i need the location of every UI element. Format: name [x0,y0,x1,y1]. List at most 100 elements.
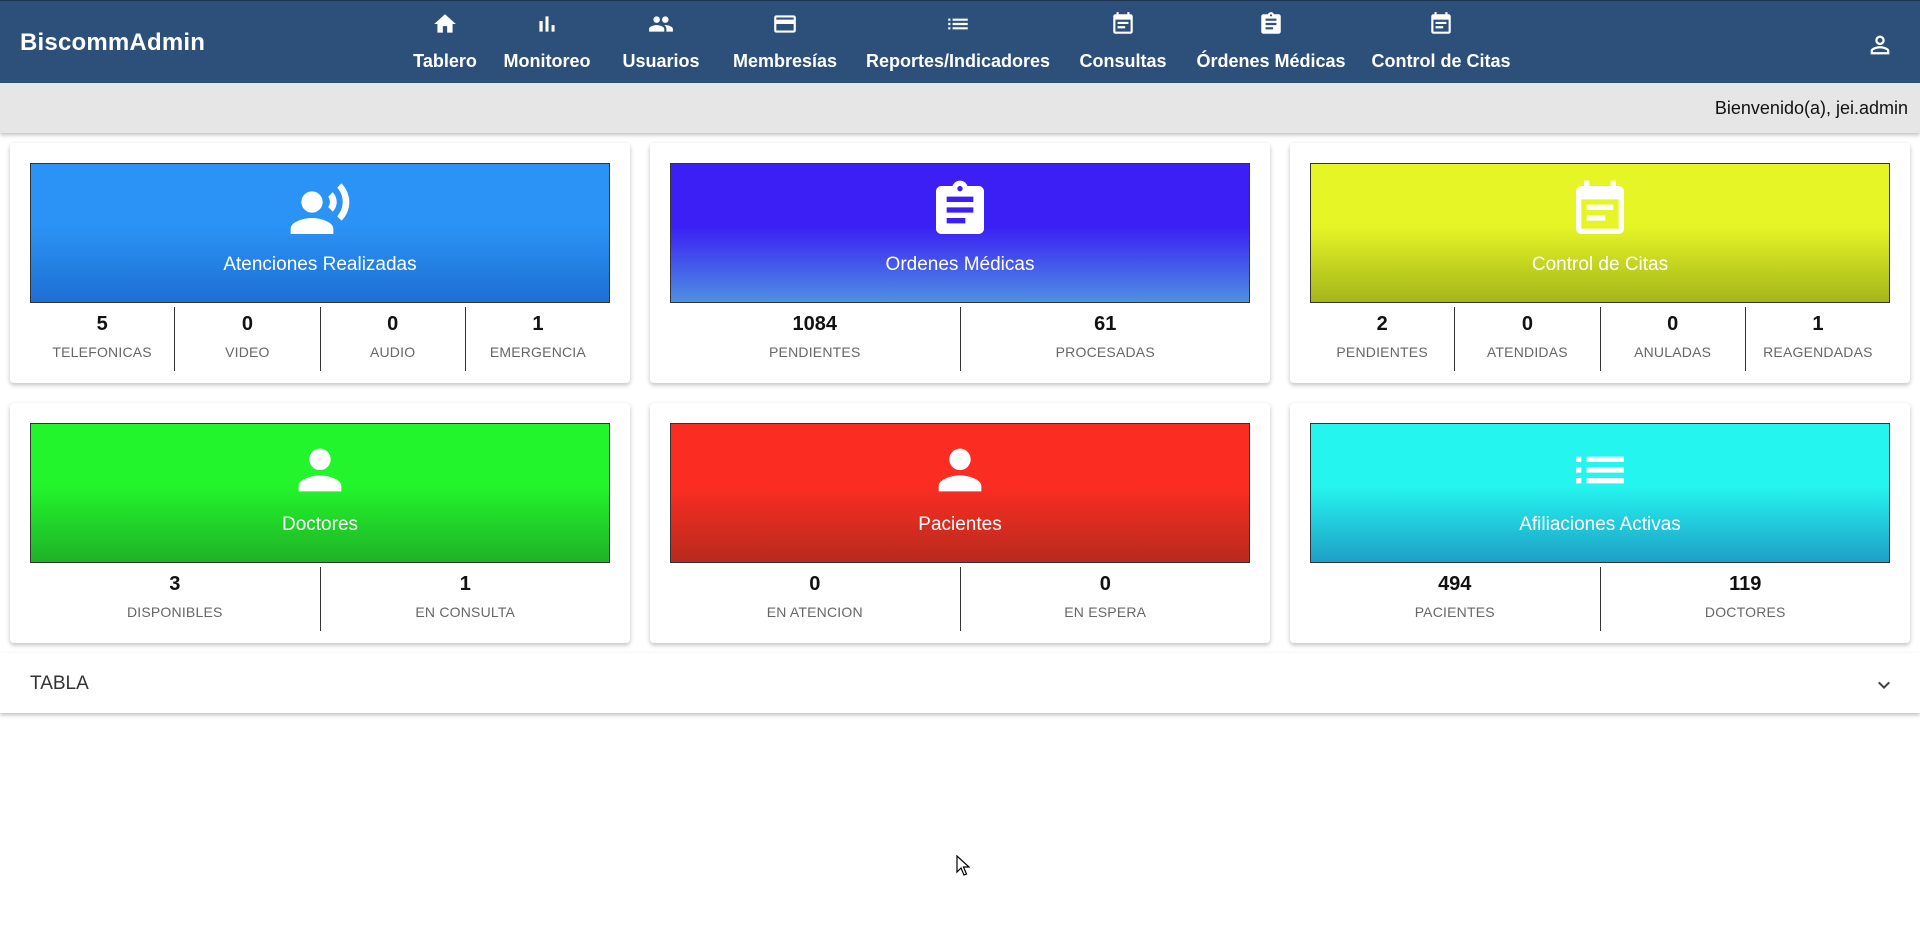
nav-item-label: Consultas [1079,51,1167,71]
person-icon [928,438,992,502]
nav-item-membresias[interactable]: Membresías [732,9,838,79]
stat-value: 0 [809,573,821,595]
nav-item-label: Membresías [732,51,838,71]
stat-value: 0 [1521,313,1533,335]
nav-item-consultas[interactable]: Consultas [1079,9,1167,79]
card-banner[interactable]: Atenciones Realizadas [30,163,610,303]
stat-value: 494 [1438,573,1472,595]
card-stats: 2 PENDIENTES 0 ATENDIDAS 0 ANULADAS 1 RE… [1310,307,1890,371]
welcome-bar: Bienvenido(a), jei.admin [0,83,1920,133]
nav-item-tablero[interactable]: Tablero [413,9,477,79]
card-banner[interactable]: Control de Citas [1310,163,1890,303]
stat-value: 1 [1812,313,1824,335]
stat-value: 0 [1667,313,1679,335]
welcome-text: Bienvenido(a), jei.admin [1714,98,1908,118]
stat-pacientes: 494 PACIENTES [1310,567,1600,631]
record-voice-icon [288,178,352,242]
stat-value: 0 [1099,573,1111,595]
stat-video: 0 VIDEO [174,307,319,371]
list-icon [1568,438,1632,502]
card-banner[interactable]: Pacientes [670,423,1250,563]
list-icon [945,11,971,37]
user-menu-button[interactable] [1866,31,1894,59]
stat-value: 61 [1094,313,1117,335]
card-title: Doctores [281,514,359,535]
table-panel-title: TABLA [30,673,89,694]
stat-value: 5 [96,313,108,335]
nav-item-ordenes-medicas[interactable]: Órdenes Médicas [1196,9,1346,79]
card-title: Control de Citas [1531,254,1669,275]
credit-card-icon [772,11,798,37]
chevron-down-icon[interactable] [1872,673,1896,697]
card-title: Atenciones Realizadas [223,254,417,275]
nav-item-label: Tablero [413,51,477,71]
stat-label: PACIENTES [1414,604,1495,620]
nav-item-label: Órdenes Médicas [1196,51,1346,71]
stat-label: ATENDIDAS [1486,344,1568,360]
stat-disponibles: 3 DISPONIBLES [30,567,320,631]
stat-en-espera: 0 EN ESPERA [959,567,1251,631]
stat-label: ANULADAS [1634,344,1712,360]
stat-atendidas: 0 ATENDIDAS [1454,307,1599,371]
nav-item-label: Reportes/Indicadores [865,51,1051,71]
stat-pendientes: 2 PENDIENTES [1310,307,1454,371]
stat-procesadas: 61 PROCESADAS [959,307,1251,371]
card-title: Ordenes Médicas [885,254,1035,275]
nav-item-usuarios[interactable]: Usuarios [622,9,700,79]
stat-audio: 0 AUDIO [319,307,465,371]
nav-item-monitoreo[interactable]: Monitoreo [503,9,591,79]
mouse-pointer-icon [956,855,970,876]
event-note-icon [1110,11,1136,37]
stat-value: 1 [459,573,471,595]
people-icon [648,11,674,37]
card-atenciones-realizadas[interactable]: Atenciones Realizadas 5 TELEFONICAS 0 VI… [10,143,630,383]
card-stats: 3 DISPONIBLES 1 EN CONSULTA [30,567,610,631]
card-control-citas[interactable]: Control de Citas 2 PENDIENTES 0 ATENDIDA… [1290,143,1910,383]
stat-anuladas: 0 ANULADAS [1599,307,1745,371]
stat-label: PENDIENTES [1336,344,1428,360]
nav-item-control-citas[interactable]: Control de Citas [1372,9,1511,79]
stat-value: 119 [1729,573,1762,595]
card-stats: 1084 PENDIENTES 61 PROCESADAS [670,307,1250,371]
clipboard-icon [928,178,992,242]
event-note-icon [1568,178,1632,242]
event-note-icon [1428,11,1454,37]
card-doctores[interactable]: Doctores 3 DISPONIBLES 1 EN CONSULTA [10,403,630,643]
card-afiliaciones-activas[interactable]: Afiliaciones Activas 494 PACIENTES 119 D… [1290,403,1910,643]
stat-label: DISPONIBLES [126,604,223,620]
top-nav-bar: BiscommAdmin Tablero Monitoreo Usuarios … [0,0,1920,83]
stat-doctores: 119 DOCTORES [1599,567,1891,631]
card-stats: 0 EN ATENCION 0 EN ESPERA [670,567,1250,631]
app-brand[interactable]: BiscommAdmin [20,29,205,57]
card-ordenes-medicas[interactable]: Ordenes Médicas 1084 PENDIENTES 61 PROCE… [650,143,1270,383]
stat-en-consulta: 1 EN CONSULTA [319,567,611,631]
stat-label: EMERGENCIA [489,344,586,360]
stat-value: 0 [241,313,253,335]
stat-telefonicas: 5 TELEFONICAS [30,307,174,371]
stat-value: 1084 [792,313,838,335]
stat-label: VIDEO [225,344,270,360]
stat-label: EN CONSULTA [415,604,516,620]
stat-en-atencion: 0 EN ATENCION [670,567,960,631]
clipboard-icon [1258,11,1284,37]
table-expansion-panel[interactable]: TABLA [0,653,1920,713]
card-banner[interactable]: Ordenes Médicas [670,163,1250,303]
card-pacientes[interactable]: Pacientes 0 EN ATENCION 0 EN ESPERA [650,403,1270,643]
stat-value: 2 [1376,313,1388,335]
stat-label: TELEFONICAS [52,344,152,360]
person-outline-icon [1866,31,1894,59]
bar-chart-icon [534,11,560,37]
nav-item-reportes[interactable]: Reportes/Indicadores [866,9,1050,79]
stat-label: PENDIENTES [769,344,861,360]
card-banner[interactable]: Doctores [30,423,610,563]
nav-item-label: Control de Citas [1371,51,1511,71]
stat-label: EN ESPERA [1064,604,1147,620]
stat-label: DOCTORES [1704,604,1786,620]
stat-value: 0 [387,313,399,335]
nav-item-label: Usuarios [622,51,700,71]
nav-item-label: Monitoreo [503,51,591,71]
stat-label: AUDIO [369,344,416,360]
person-icon [288,438,352,502]
stat-label: REAGENDADAS [1763,344,1873,360]
card-banner[interactable]: Afiliaciones Activas [1310,423,1890,563]
